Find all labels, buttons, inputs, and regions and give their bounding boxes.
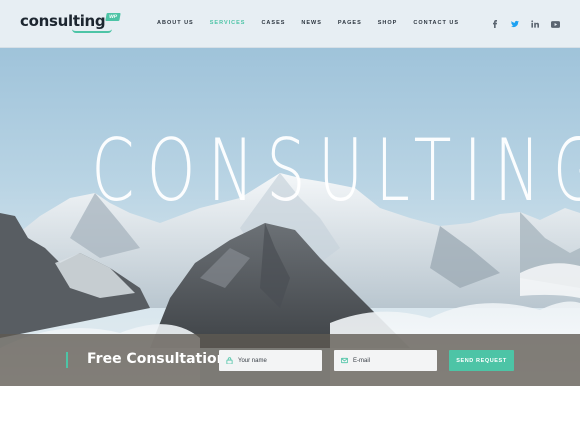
mail-icon xyxy=(341,357,348,364)
email-field[interactable]: E-mail xyxy=(334,350,437,371)
site-logo[interactable]: consulting WP xyxy=(20,12,122,33)
site-header: consulting WP ABOUT US SERVICES CASES NE… xyxy=(0,0,580,48)
name-placeholder: Your name xyxy=(238,357,267,364)
nav-item-services[interactable]: SERVICES xyxy=(210,20,246,26)
nav-item-shop[interactable]: SHOP xyxy=(378,20,398,26)
nav-item-pages[interactable]: PAGES xyxy=(338,20,362,26)
email-placeholder: E-mail xyxy=(353,357,371,364)
send-request-button[interactable]: SEND REQUEST xyxy=(449,350,514,371)
main-nav: ABOUT US SERVICES CASES NEWS PAGES SHOP … xyxy=(157,20,475,26)
youtube-icon[interactable] xyxy=(550,19,560,29)
consultation-bar: Free Consultation Your name E-mail SEND … xyxy=(0,334,580,386)
accent-divider xyxy=(66,352,68,368)
lock-icon xyxy=(226,357,233,364)
logo-text: consulting xyxy=(20,12,106,30)
name-field[interactable]: Your name xyxy=(219,350,322,371)
consultation-title: Free Consultation xyxy=(87,351,227,367)
nav-item-contact-us[interactable]: CONTACT US xyxy=(413,20,459,26)
nav-item-cases[interactable]: CASES xyxy=(261,20,285,26)
nav-item-about-us[interactable]: ABOUT US xyxy=(157,20,194,26)
linkedin-icon[interactable] xyxy=(530,19,540,29)
twitter-icon[interactable] xyxy=(510,19,520,29)
hero-title: CONSULTING xyxy=(91,121,580,221)
logo-swoosh xyxy=(72,29,112,33)
social-links xyxy=(490,19,570,29)
logo-badge: WP xyxy=(105,13,122,21)
facebook-icon[interactable] xyxy=(490,19,500,29)
content-area xyxy=(0,386,580,423)
page: consulting WP ABOUT US SERVICES CASES NE… xyxy=(0,0,580,423)
nav-item-news[interactable]: NEWS xyxy=(301,20,322,26)
